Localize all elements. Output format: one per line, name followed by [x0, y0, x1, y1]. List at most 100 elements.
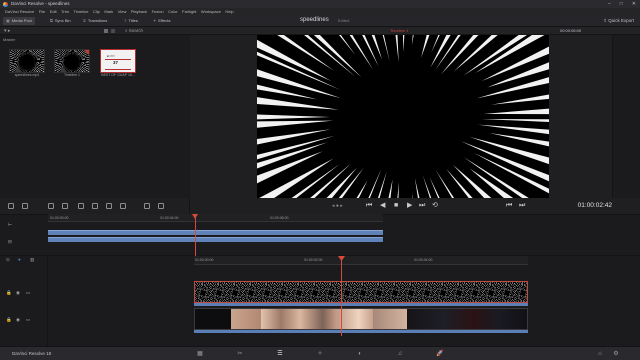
settings-icon[interactable]: ⚙ [612, 350, 620, 358]
media-clip-name: speedlines.mp4 [14, 73, 40, 77]
speedline [257, 120, 334, 128]
menu-item[interactable]: View [118, 9, 127, 14]
smart-insert-icon[interactable] [48, 203, 54, 209]
upper-video-clip[interactable] [48, 230, 383, 235]
viewer-timeline-name[interactable]: Timeline 1 [390, 27, 408, 35]
speedline [257, 129, 331, 145]
ripple-overwrite-icon[interactable] [62, 203, 68, 209]
lower-timeline-ruler[interactable]: 01:00:00:00 01:00:02:00 01:00:04:00 [194, 256, 528, 265]
cut-page-icon[interactable]: ✂ [236, 350, 244, 358]
app-name: DaVinci Resolve 18 [12, 351, 52, 356]
video-frame [373, 309, 407, 329]
zoom-full-icon[interactable] [144, 203, 150, 209]
transitions-button[interactable]: ⧖ Transitions [80, 17, 110, 25]
project-status: Edited [338, 18, 350, 23]
close-icon[interactable]: ✕ [632, 0, 636, 8]
list-view-icon[interactable] [111, 29, 115, 33]
menu-item[interactable]: Mark [104, 9, 113, 14]
go-to-start-icon[interactable]: ⏮ [366, 202, 372, 210]
deliver-page-icon[interactable]: 🚀 [436, 350, 444, 358]
v1-lock-icon[interactable]: 🔒 [6, 317, 12, 323]
place-on-top-icon[interactable] [22, 203, 28, 209]
quick-export-button[interactable]: ⇪ Quick Export [603, 17, 634, 25]
close-up-icon[interactable] [78, 203, 84, 209]
media-clip-thumbnail[interactable] [9, 49, 45, 73]
sync-bin-icon: ⧉ [50, 18, 53, 23]
media-pool-header: ▾ ▸ ⌕ Search [0, 27, 190, 35]
fusion-page-icon[interactable]: ✧ [316, 350, 324, 358]
menu-item[interactable]: Fusion [152, 9, 164, 14]
timeline-clip-thumbnail[interactable] [54, 49, 90, 73]
timeline-badge-icon [84, 50, 89, 55]
v2-eye-icon[interactable]: ◉ [16, 290, 20, 296]
effects-icon: ✦ [153, 18, 157, 23]
v2-visibility-icon[interactable]: ▭ [26, 290, 30, 296]
menu-item[interactable]: Clip [93, 9, 100, 14]
track-headers: ⊙ ● ▥ 🔒 ◉ ▭ 🔒 ◉ ▭ [0, 256, 48, 346]
media-clip-thumbnail[interactable]: ■ ━━━ 37 [100, 49, 136, 73]
titles-button[interactable]: T Titles [121, 17, 141, 25]
menu-item[interactable]: Workspace [201, 9, 221, 14]
upper-playhead[interactable] [195, 214, 196, 256]
lower-playhead[interactable] [341, 256, 342, 336]
ruler-timecode: 01:00:00:00 [195, 258, 214, 262]
maximize-icon[interactable]: □ [620, 0, 623, 8]
timeline-options-icon[interactable]: ⊙ [6, 257, 10, 263]
menu-item[interactable]: File [39, 9, 45, 14]
v1-eye-icon[interactable]: ◉ [16, 317, 20, 323]
play-reverse-icon[interactable]: ◀ [380, 202, 385, 210]
edit-page-icon[interactable]: ☰ [276, 350, 284, 358]
menu-item[interactable]: Help [225, 9, 233, 14]
home-icon[interactable]: ⌂ [596, 350, 604, 358]
append-icon[interactable] [8, 203, 14, 209]
zoom-detail-icon[interactable] [158, 203, 164, 209]
v1-visibility-icon[interactable]: ▭ [26, 317, 30, 323]
go-to-end-icon[interactable]: ⏭ [419, 202, 425, 210]
previous-clip-icon[interactable]: ⏮ [506, 202, 512, 210]
document-header-icon: ■ ━━━ [107, 54, 115, 58]
minimize-icon[interactable]: – [608, 0, 611, 8]
split-clip-icon[interactable] [106, 203, 112, 209]
thumbnail-view-icon[interactable] [104, 29, 108, 33]
color-page-icon[interactable]: ◐ [356, 350, 364, 358]
speedline [382, 35, 390, 62]
media-pool-button[interactable]: ▣ Media Pool [3, 17, 35, 25]
search-button[interactable]: ⌕ Search [125, 27, 143, 35]
audio-meter-icon[interactable]: ▥ [30, 257, 34, 263]
track-toggle-icon[interactable]: ⊟ [8, 239, 12, 245]
menu-item[interactable]: Edit [50, 9, 57, 14]
project-title: speedlines [300, 16, 329, 23]
document-number: 37 [113, 60, 119, 65]
upper-timeline-ruler[interactable]: 01:00:00:00 01:00:04:00 01:00:08:00 [48, 214, 383, 222]
effects-button[interactable]: ✦ Effects [150, 17, 174, 25]
loop-icon[interactable]: ⟲ [432, 202, 438, 210]
menu-item[interactable]: Playback [131, 9, 147, 14]
speedline [422, 175, 432, 198]
menu-item[interactable]: DaVinci Resolve [5, 9, 34, 14]
fairlight-page-icon[interactable]: ♫ [396, 350, 404, 358]
snap-icon[interactable] [120, 203, 126, 209]
menu-item[interactable]: Fairlight [182, 9, 196, 14]
media-page-icon[interactable]: ▦ [196, 350, 204, 358]
menu-item[interactable]: Trim [61, 9, 69, 14]
source-overwrite-icon[interactable] [92, 203, 98, 209]
menu-item[interactable]: Color [168, 9, 178, 14]
sync-bin-button[interactable]: ⧉ Sync Bin [47, 17, 74, 25]
menu-item[interactable]: Timeline [74, 9, 89, 14]
video-frame [337, 309, 373, 329]
track-lock-icon[interactable]: ⊢ [8, 222, 12, 228]
next-clip-icon[interactable]: ⏭ [519, 202, 525, 210]
video-clip[interactable] [194, 308, 528, 330]
window-title: DaVinci Resolve - speedlines [11, 1, 70, 6]
upper-video-clip[interactable] [48, 237, 383, 242]
speedlines-clip-audio[interactable] [194, 303, 528, 306]
video-clip-audio[interactable] [194, 330, 528, 333]
loop-range-icon[interactable]: ◂ ● ▸ [332, 202, 343, 210]
v2-lock-icon[interactable]: 🔒 [6, 290, 12, 296]
play-icon[interactable]: ▶ [407, 202, 412, 210]
snapping-icon[interactable]: ● [18, 257, 21, 262]
stop-icon[interactable]: ■ [394, 202, 398, 210]
speedline [349, 35, 373, 70]
speedlines-clip[interactable] [194, 281, 528, 303]
bin-toggle-icon[interactable]: ▾ ▸ [4, 27, 10, 35]
